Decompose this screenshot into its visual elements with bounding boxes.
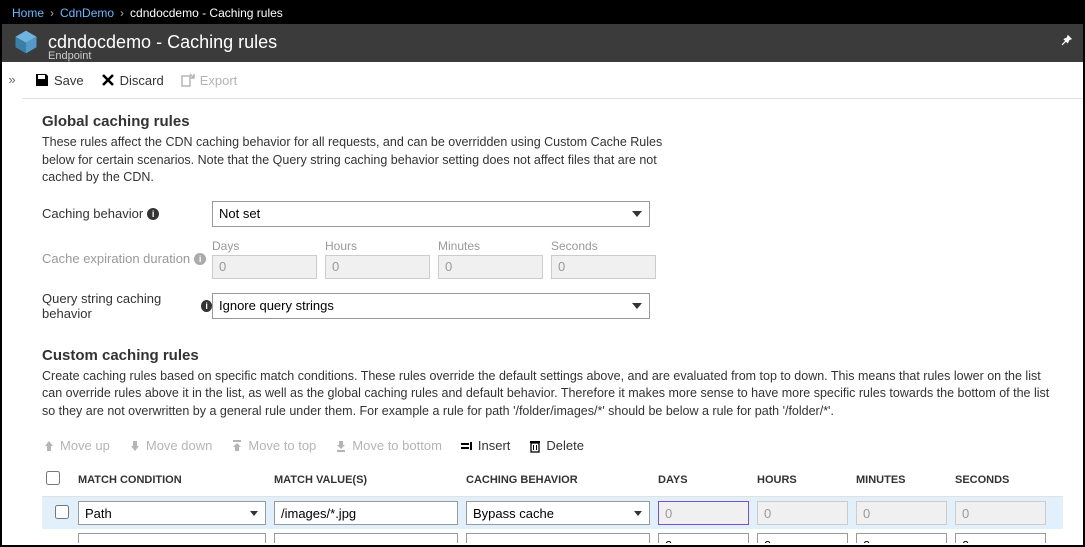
- chevron-right-icon: ›: [120, 6, 124, 20]
- row-days-input[interactable]: [658, 533, 749, 543]
- header-seconds: SECONDS: [955, 474, 1054, 486]
- arrow-up-icon: [42, 439, 56, 453]
- endpoint-icon: [12, 28, 40, 56]
- trash-icon: [528, 439, 542, 453]
- custom-section-title: Custom caching rules: [42, 347, 1063, 364]
- save-label: Save: [54, 73, 84, 88]
- delete-button[interactable]: Delete: [528, 438, 584, 453]
- caching-behavior-select[interactable]: [466, 533, 650, 543]
- insert-icon: [460, 439, 474, 453]
- days-input: [212, 255, 317, 279]
- row-hours-input: [757, 501, 848, 525]
- days-label: Days: [212, 239, 317, 253]
- info-icon[interactable]: i: [201, 300, 212, 312]
- caching-behavior-select[interactable]: Bypass cache: [466, 501, 650, 525]
- breadcrumb: Home › CdnDemo › cdndocdemo - Caching ru…: [2, 2, 1083, 24]
- hours-input: [325, 255, 430, 279]
- row-minutes-input: [856, 501, 947, 525]
- global-section-desc: These rules affect the CDN caching behav…: [42, 134, 682, 187]
- custom-section-desc: Create caching rules based on specific m…: [42, 368, 1063, 421]
- minutes-input: [438, 255, 543, 279]
- minutes-label: Minutes: [438, 239, 543, 253]
- move-up-button: Move up: [42, 438, 110, 453]
- row-minutes-input[interactable]: [856, 533, 947, 543]
- table-row[interactable]: Path Bypass cache: [42, 497, 1063, 529]
- export-label: Export: [200, 73, 238, 88]
- page-subtitle: Endpoint: [48, 50, 91, 62]
- seconds-input: [551, 255, 656, 279]
- export-button: Export: [180, 72, 238, 88]
- header-minutes: MINUTES: [856, 474, 955, 486]
- arrow-bottom-icon: [334, 439, 348, 453]
- discard-label: Discard: [120, 73, 164, 88]
- chevron-right-icon: ›: [50, 6, 54, 20]
- info-icon: i: [194, 253, 206, 265]
- table-row[interactable]: [42, 529, 1063, 543]
- command-bar: Save Discard Export: [22, 62, 1083, 99]
- move-down-button: Move down: [128, 438, 212, 453]
- expiration-label: Cache expiration duration i: [42, 251, 212, 266]
- match-value-input[interactable]: [274, 533, 458, 543]
- resource-header: cdndocdemo - Caching rules Endpoint: [2, 24, 1083, 62]
- discard-button[interactable]: Discard: [100, 72, 164, 88]
- move-top-button: Move to top: [230, 438, 316, 453]
- select-all-checkbox[interactable]: [46, 471, 60, 485]
- caching-behavior-label: Caching behavior i: [42, 206, 212, 221]
- breadcrumb-profile[interactable]: CdnDemo: [60, 6, 114, 20]
- query-caching-label: Query string caching behavior i: [42, 291, 212, 321]
- match-condition-select[interactable]: Path: [78, 501, 266, 525]
- arrow-top-icon: [230, 439, 244, 453]
- header-match-condition: MATCH CONDITION: [78, 474, 274, 486]
- row-hours-input[interactable]: [757, 533, 848, 543]
- move-bottom-button: Move to bottom: [334, 438, 442, 453]
- match-value-input[interactable]: [274, 501, 458, 525]
- close-icon: [100, 72, 116, 88]
- row-days-input: [658, 501, 749, 525]
- pin-icon[interactable]: [1059, 33, 1073, 52]
- breadcrumb-home[interactable]: Home: [12, 6, 44, 20]
- header-hours: HOURS: [757, 474, 856, 486]
- insert-button[interactable]: Insert: [460, 438, 511, 453]
- rule-toolbar: Move up Move down Move to top Move to bo…: [42, 438, 1063, 453]
- header-days: DAYS: [658, 474, 757, 486]
- breadcrumb-current: cdndocdemo - Caching rules: [130, 6, 283, 20]
- expand-sidebar-icon[interactable]: »: [2, 62, 22, 543]
- row-seconds-input: [955, 501, 1046, 525]
- arrow-down-icon: [128, 439, 142, 453]
- rules-table-header: MATCH CONDITION MATCH VALUE(S) CACHING B…: [42, 463, 1063, 497]
- hours-label: Hours: [325, 239, 430, 253]
- match-condition-select[interactable]: [78, 533, 266, 543]
- save-icon: [34, 72, 50, 88]
- save-button[interactable]: Save: [34, 72, 84, 88]
- seconds-label: Seconds: [551, 239, 656, 253]
- export-icon: [180, 72, 196, 88]
- caching-behavior-select[interactable]: Not set: [212, 201, 650, 227]
- header-match-value: MATCH VALUE(S): [274, 474, 466, 486]
- row-checkbox[interactable]: [55, 505, 69, 519]
- info-icon[interactable]: i: [147, 208, 159, 220]
- query-caching-select[interactable]: Ignore query strings: [212, 293, 650, 319]
- global-section-title: Global caching rules: [42, 113, 1063, 130]
- row-seconds-input[interactable]: [955, 533, 1046, 543]
- header-caching-behavior: CACHING BEHAVIOR: [466, 474, 658, 486]
